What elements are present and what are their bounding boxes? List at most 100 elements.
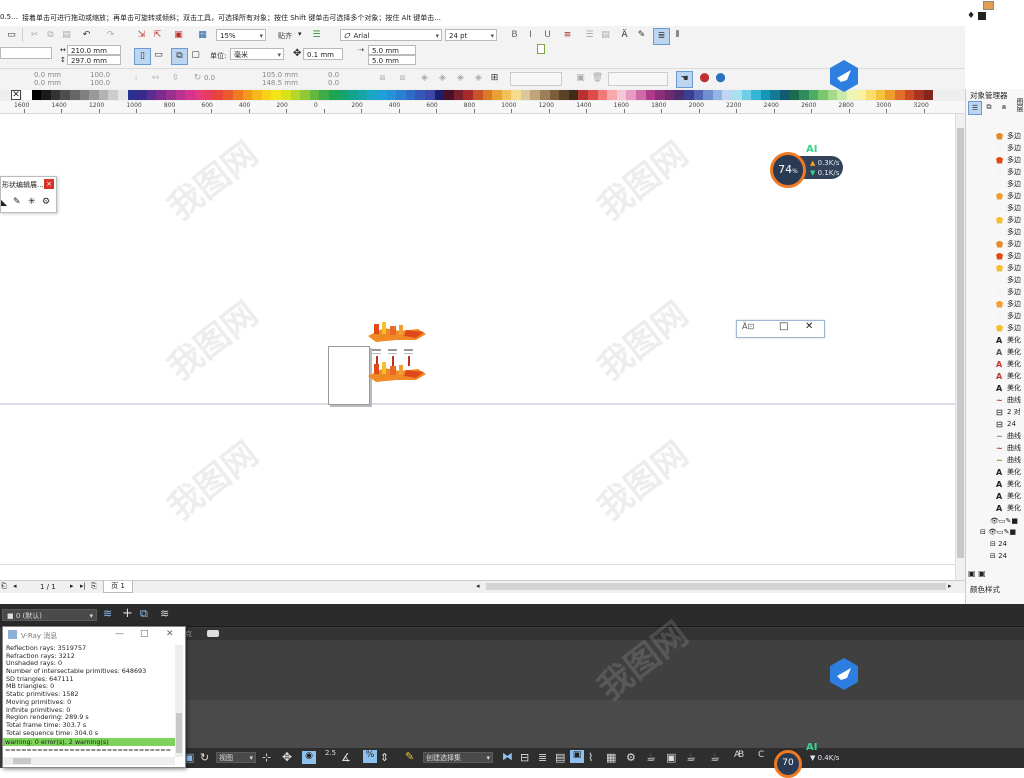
object-tree-item[interactable]: ⊟ 2 对 — [996, 406, 1024, 418]
mirror-h-icon[interactable]: ⇿ — [148, 71, 163, 86]
object-style-dropdown[interactable] — [510, 72, 562, 86]
palette-swatch[interactable] — [444, 90, 454, 100]
artwork-group[interactable] — [366, 322, 428, 384]
palette-swatch[interactable] — [300, 90, 310, 100]
palette-swatch[interactable] — [271, 90, 282, 100]
edit-text-icon[interactable]: ✎ — [634, 28, 649, 43]
view-dropdown[interactable]: 视图 ▾ — [216, 752, 256, 763]
object-tree-item[interactable]: 多边 — [996, 214, 1024, 226]
object-tree-item[interactable]: ~ 曲线 — [996, 442, 1024, 454]
layer-manager-icon[interactable]: ⧉ — [983, 101, 995, 113]
undo-icon[interactable]: ↶ — [79, 28, 94, 43]
font-name-dropdown[interactable]: 𝑂 Arial — [340, 29, 442, 42]
color-styles-label[interactable]: 颜色样式 — [970, 584, 1000, 595]
object-tree-item[interactable]: 多边 — [996, 202, 1024, 214]
palette-swatch[interactable] — [348, 90, 358, 100]
palette-swatch[interactable] — [117, 90, 128, 100]
palette-swatch[interactable] — [213, 90, 224, 100]
palette-swatch[interactable] — [156, 90, 166, 100]
palette-swatch[interactable] — [290, 90, 301, 100]
last-page-icon[interactable]: ▸| — [80, 582, 86, 590]
shape-edit-flyout[interactable]: 形状编辑展... × ◣ ✎ ✳ ⚙ — [0, 176, 57, 213]
layer-dropdown[interactable]: ■ 0 (默认) ▾ — [2, 609, 97, 621]
duplicate-y-field[interactable]: 5.0 mm — [368, 55, 416, 65]
palette-swatch[interactable] — [338, 90, 349, 100]
palette-swatch[interactable] — [367, 90, 377, 100]
camera-icon[interactable] — [207, 630, 219, 637]
text-align-icon[interactable]: ≡ — [560, 28, 575, 43]
align-icon[interactable]: ⊞ — [487, 71, 502, 86]
landscape-icon[interactable]: ▭ — [151, 48, 166, 63]
layer-tool-icon[interactable]: ≋ — [103, 607, 112, 620]
object-tree-item[interactable]: ⊟ 24 — [996, 418, 1024, 430]
palette-swatch[interactable] — [731, 90, 742, 100]
object-tree-item[interactable]: 多边 — [996, 274, 1024, 286]
break-apart-icon[interactable]: ◈ — [471, 71, 486, 86]
combine-icon[interactable]: ◈ — [453, 71, 468, 86]
new-layer-icon[interactable]: ▣ — [968, 569, 976, 578]
smear-tool-icon[interactable]: ✎ — [13, 197, 21, 207]
fill-color-swatch[interactable] — [978, 12, 986, 20]
object-tree-item[interactable]: 多边 — [996, 178, 1024, 190]
render-c-icon[interactable]: C — [758, 750, 764, 760]
cut-icon[interactable]: ✂ — [27, 28, 42, 43]
horizontal-text-icon[interactable]: ≣ — [653, 28, 670, 45]
color-eyedropper-icon[interactable]: ⬤ — [697, 71, 712, 86]
bullet-list-icon[interactable]: ☰ — [582, 28, 597, 43]
palette-swatch[interactable] — [703, 90, 713, 100]
portrait-icon[interactable]: ▯ — [134, 48, 151, 65]
palette-swatch[interactable] — [185, 90, 195, 100]
palette-swatch[interactable] — [376, 90, 387, 100]
layer-row-1[interactable]: 👁▭✎■ — [990, 517, 1024, 527]
palette-swatch[interactable] — [875, 90, 886, 100]
palette-swatch[interactable] — [223, 90, 234, 100]
offset-x-value[interactable]: 0.0 — [328, 71, 339, 79]
palette-swatch[interactable] — [233, 90, 243, 100]
object-tree-item[interactable]: A 美化 — [996, 502, 1024, 514]
palette-swatch[interactable] — [415, 90, 425, 100]
render-frame-icon[interactable]: ▣ — [666, 751, 676, 764]
palette-swatch[interactable] — [597, 90, 608, 100]
object-tree-item[interactable]: 多边 — [996, 142, 1024, 154]
shape-tool-icon[interactable]: ◣ — [1, 198, 7, 207]
palette-swatch[interactable] — [549, 90, 560, 100]
layer-eye-icon[interactable]: 👁 — [990, 517, 999, 525]
palette-swatch[interactable] — [559, 90, 569, 100]
paste-icon[interactable]: ▤ — [59, 28, 74, 43]
palette-swatch[interactable] — [693, 90, 704, 100]
palette-swatch[interactable] — [645, 90, 656, 100]
palette-swatch[interactable] — [453, 90, 464, 100]
palette-swatch[interactable] — [89, 90, 99, 100]
drawing-canvas[interactable]: 形状编辑展... × ◣ ✎ ✳ ⚙ Ä⊡ □ ✕ AI 74% ▲ 0.3K/… — [0, 114, 955, 578]
network-speed-widget[interactable]: AI 74% ▲ 0.3K/s ▼ 0.1K/s — [770, 144, 845, 188]
vray-close-icon[interactable]: ✕ — [166, 629, 174, 639]
object-tree-item[interactable]: 多边 — [996, 310, 1024, 322]
palette-swatch[interactable] — [626, 90, 636, 100]
palette-swatch[interactable] — [885, 90, 896, 100]
palette-swatch[interactable] — [31, 90, 42, 100]
palette-swatch[interactable] — [866, 90, 876, 100]
vray-maximize-icon[interactable]: □ — [140, 629, 149, 639]
palette-swatch[interactable] — [808, 90, 819, 100]
page-tab[interactable]: 页 1 — [103, 581, 133, 593]
spinner-snap-icon[interactable]: ⇕ — [380, 751, 389, 764]
palette-swatch[interactable] — [472, 90, 483, 100]
scale-y-value[interactable]: 100.0 — [90, 79, 110, 87]
object-tree-item[interactable]: 多边 — [996, 322, 1024, 334]
panel-vertical-tab[interactable]: 图层 — [1015, 98, 1024, 112]
options-icon[interactable]: ☰ — [309, 28, 324, 43]
palette-swatch[interactable] — [165, 90, 176, 100]
vray-scroll-thumb[interactable] — [176, 713, 182, 753]
palette-swatch[interactable] — [751, 90, 761, 100]
drop-cap-icon[interactable]: ▤ — [598, 28, 613, 43]
palette-swatch[interactable] — [396, 90, 406, 100]
palette-swatch[interactable] — [79, 90, 90, 100]
copy-icon[interactable]: ⧉ — [43, 28, 58, 43]
palette-swatch[interactable] — [69, 90, 80, 100]
palette-swatch[interactable] — [664, 90, 675, 100]
import-icon[interactable]: ⇲ — [134, 28, 149, 43]
palette-swatch[interactable] — [405, 90, 416, 100]
char-format-icon[interactable]: Ä — [617, 28, 632, 43]
object-tree-item[interactable]: 多边 — [996, 298, 1024, 310]
layer-add-icon[interactable]: ⧉ — [140, 607, 148, 621]
